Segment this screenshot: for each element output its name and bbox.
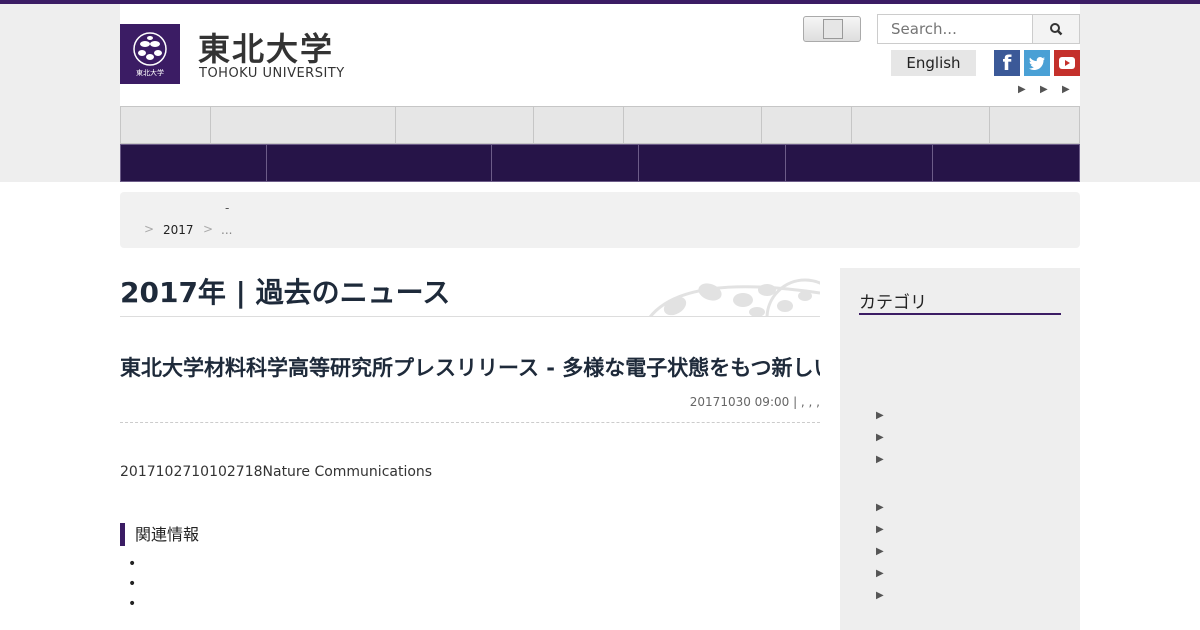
- sidebar-item-arrow-icon[interactable]: ▶: [876, 590, 884, 601]
- english-link[interactable]: English: [891, 50, 976, 76]
- section-heading: 関連情報: [120, 523, 199, 546]
- divider: [120, 422, 820, 423]
- breadcrumb-separator: >: [203, 222, 214, 236]
- utility-nav-item[interactable]: [533, 106, 623, 144]
- article-body: 2017102710102718Nature Communications: [120, 464, 433, 480]
- util-arrow-icon[interactable]: ▶: [1040, 84, 1048, 95]
- article-title[interactable]: 東北大学材料科学高等研究所プレスリリース - 多様な電子状態をもつ新しい磁性体の…: [120, 352, 820, 382]
- sidebar-item-arrow-icon[interactable]: ▶: [876, 454, 884, 465]
- facebook-icon[interactable]: f: [994, 50, 1020, 76]
- sidebar-item-arrow-icon[interactable]: ▶: [876, 568, 884, 579]
- global-nav-item[interactable]: [120, 144, 266, 182]
- utility-nav-item[interactable]: [395, 106, 533, 144]
- sidebar-item-arrow-icon[interactable]: ▶: [876, 546, 884, 557]
- global-nav-item[interactable]: [932, 144, 1080, 182]
- sidebar-item-arrow-icon[interactable]: ▶: [876, 524, 884, 535]
- utility-nav: [120, 106, 1080, 144]
- global-nav: [120, 144, 1080, 182]
- bird-icon: [1029, 57, 1045, 70]
- global-nav-item[interactable]: [638, 144, 785, 182]
- search-input[interactable]: [877, 14, 1033, 44]
- utility-nav-item[interactable]: [989, 106, 1080, 144]
- utility-nav-item[interactable]: [851, 106, 989, 144]
- breadcrumb-dash: -: [225, 201, 230, 215]
- youtube-icon[interactable]: [1054, 50, 1080, 76]
- sidebar-item-arrow-icon[interactable]: ▶: [876, 432, 884, 443]
- search-button[interactable]: [1032, 14, 1080, 44]
- leaf-ornament-icon: [648, 278, 820, 316]
- logo-wordmark-en[interactable]: TOHOKU UNIVERSITY: [199, 66, 345, 81]
- global-nav-item[interactable]: [266, 144, 491, 182]
- global-nav-item[interactable]: [491, 144, 638, 182]
- breadcrumb-separator: >: [144, 222, 155, 236]
- logo-caption: 東北大学: [136, 69, 164, 77]
- list-bullet: •: [128, 556, 137, 572]
- breadcrumb-year[interactable]: 2017: [163, 223, 194, 237]
- breadcrumb-current: ...: [221, 223, 233, 237]
- play-icon: [1059, 57, 1075, 69]
- page-title: 2017年 | 過去のニュース: [120, 276, 451, 309]
- util-arrow-icon[interactable]: ▶: [1062, 84, 1070, 95]
- global-nav-item[interactable]: [785, 144, 932, 182]
- university-logo[interactable]: 東北大学: [120, 24, 180, 84]
- utility-nav-item[interactable]: [623, 106, 761, 144]
- utility-nav-item[interactable]: [120, 106, 210, 144]
- toggle-knob: [823, 19, 843, 39]
- text-size-toggle[interactable]: [803, 16, 861, 42]
- sidebar-item-arrow-icon[interactable]: ▶: [876, 502, 884, 513]
- list-bullet: •: [128, 576, 137, 592]
- article-meta: 20171030 09:00 | , , ,: [689, 395, 820, 409]
- sidebar-item-arrow-icon[interactable]: ▶: [876, 410, 884, 421]
- logo-wordmark-jp[interactable]: 東北大学: [198, 24, 334, 70]
- list-bullet: •: [128, 596, 137, 612]
- utility-nav-item[interactable]: [761, 106, 851, 144]
- utility-links: ▶ ▶ ▶: [1018, 84, 1082, 98]
- search-icon: [1050, 23, 1063, 36]
- util-arrow-icon[interactable]: ▶: [1018, 84, 1026, 95]
- utility-nav-item[interactable]: [210, 106, 395, 144]
- site-header: 東北大学 東北大学 TOHOKU UNIVERSITY English f ▶ …: [120, 4, 1080, 106]
- sidebar: カテゴリ ▶ ▶ ▶ ▶ ▶ ▶ ▶ ▶: [840, 268, 1080, 630]
- sidebar-title: カテゴリ: [859, 288, 1061, 315]
- page-title-bar: 2017年 | 過去のニュース: [120, 268, 820, 317]
- twitter-icon[interactable]: [1024, 50, 1050, 76]
- breadcrumb: - > 2017 > ...: [120, 192, 1080, 248]
